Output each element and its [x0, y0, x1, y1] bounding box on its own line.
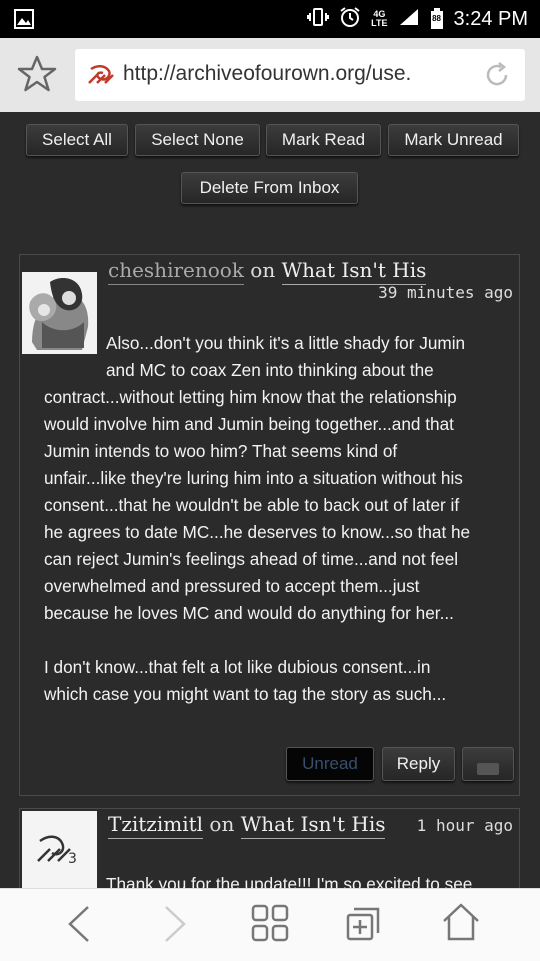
comment-line: contract...without letting him know that… — [44, 387, 457, 407]
comment-line: and MC to coax Zen into thinking about t… — [106, 360, 434, 380]
blank-button-face — [477, 763, 499, 775]
reply-button[interactable]: Reply — [382, 747, 455, 781]
status-bar: 4G LTE 88 3:24 PM — [0, 0, 540, 38]
commenter-link[interactable]: Tzitzimitl — [108, 812, 204, 839]
browser-bottom-nav — [0, 888, 540, 961]
comment-line: Also...don't you think it's a little sha… — [106, 333, 466, 353]
home-icon[interactable] — [440, 901, 482, 948]
ao3-logo-icon — [87, 63, 115, 92]
comment-line: Thank you for the update!!! I'm so excit… — [106, 874, 473, 888]
byline-on: on — [209, 812, 235, 836]
browser-toolbar: http://archiveofourown.org/use. — [0, 38, 540, 112]
url-text[interactable]: http://archiveofourown.org/use. — [123, 62, 473, 86]
select-none-button[interactable]: Select None — [135, 124, 260, 156]
address-bar[interactable]: http://archiveofourown.org/use. — [75, 49, 525, 101]
mark-unread-button[interactable]: Mark Unread — [388, 124, 519, 156]
comment-byline: cheshirenook on What Isn't His — [108, 258, 427, 285]
back-icon[interactable] — [62, 903, 96, 950]
comment-line: he agrees to date MC...he deserves to kn… — [44, 522, 471, 542]
alarm-icon — [339, 6, 361, 33]
byline-on: on — [250, 258, 276, 282]
comment-line: I don't know...that felt a lot like dubi… — [44, 657, 431, 677]
comment-line: which case you might want to tag the sto… — [44, 684, 447, 704]
comment-timestamp: 1 hour ago — [416, 816, 513, 835]
clock: 3:24 PM — [453, 7, 528, 30]
svg-text:3: 3 — [68, 851, 77, 867]
network-badge: 4G LTE — [371, 9, 388, 28]
avatar[interactable] — [22, 272, 97, 354]
battery-icon: 88 — [430, 8, 444, 30]
reload-icon[interactable] — [483, 61, 511, 94]
star-icon[interactable] — [17, 55, 57, 98]
gallery-notification-icon — [14, 9, 34, 34]
forward-icon[interactable] — [158, 903, 192, 950]
comment-line: consent...that he wouldn't be able to ba… — [44, 495, 460, 515]
signal-icon — [398, 7, 420, 32]
avatar[interactable]: 3 — [22, 811, 97, 888]
work-title-link[interactable]: What Isn't His — [281, 258, 427, 285]
comment-body: Thank you for the update!!! I'm so excit… — [106, 871, 472, 888]
select-all-button[interactable]: Select All — [26, 124, 128, 156]
comment-line: unfair...like they're luring him into a … — [44, 468, 463, 488]
comment-line: would involve him and Jumin being togeth… — [44, 414, 454, 434]
comment-body: contract...without letting him know that… — [44, 384, 470, 708]
mark-read-button[interactable]: Mark Read — [266, 124, 381, 156]
new-tab-icon[interactable] — [344, 903, 384, 948]
commenter-link[interactable]: cheshirenook — [108, 258, 244, 285]
comment-line: Jumin intends to woo him? That seems kin… — [44, 441, 398, 461]
more-options-button[interactable] — [462, 747, 514, 781]
page-content: Select All Select None Mark Read Mark Un… — [0, 112, 540, 888]
work-title-link[interactable]: What Isn't His — [240, 812, 386, 839]
comment-line: can reject Jumin's feelings ahead of tim… — [44, 549, 459, 569]
battery-level: 88 — [432, 14, 441, 23]
comment-line: overwhelmed and pressured to accept them… — [44, 576, 420, 596]
delete-from-inbox-button[interactable]: Delete From Inbox — [181, 172, 358, 204]
comment-timestamp: 39 minutes ago — [378, 283, 513, 302]
comment-body-first-lines: Also...don't you think it's a little sha… — [106, 330, 465, 384]
comment-item: cheshirenook on What Isn't His 39 minute… — [19, 254, 520, 796]
unread-button[interactable]: Unread — [286, 747, 374, 781]
comment-line: because he loves MC and would do anythin… — [44, 603, 454, 623]
comment-byline: Tzitzimitl on What Isn't His — [108, 812, 386, 839]
vibrate-icon — [307, 7, 330, 32]
tabs-icon[interactable] — [250, 903, 290, 948]
comment-item: 3 Tzitzimitl on What Isn't His 1 hour ag… — [19, 808, 520, 888]
